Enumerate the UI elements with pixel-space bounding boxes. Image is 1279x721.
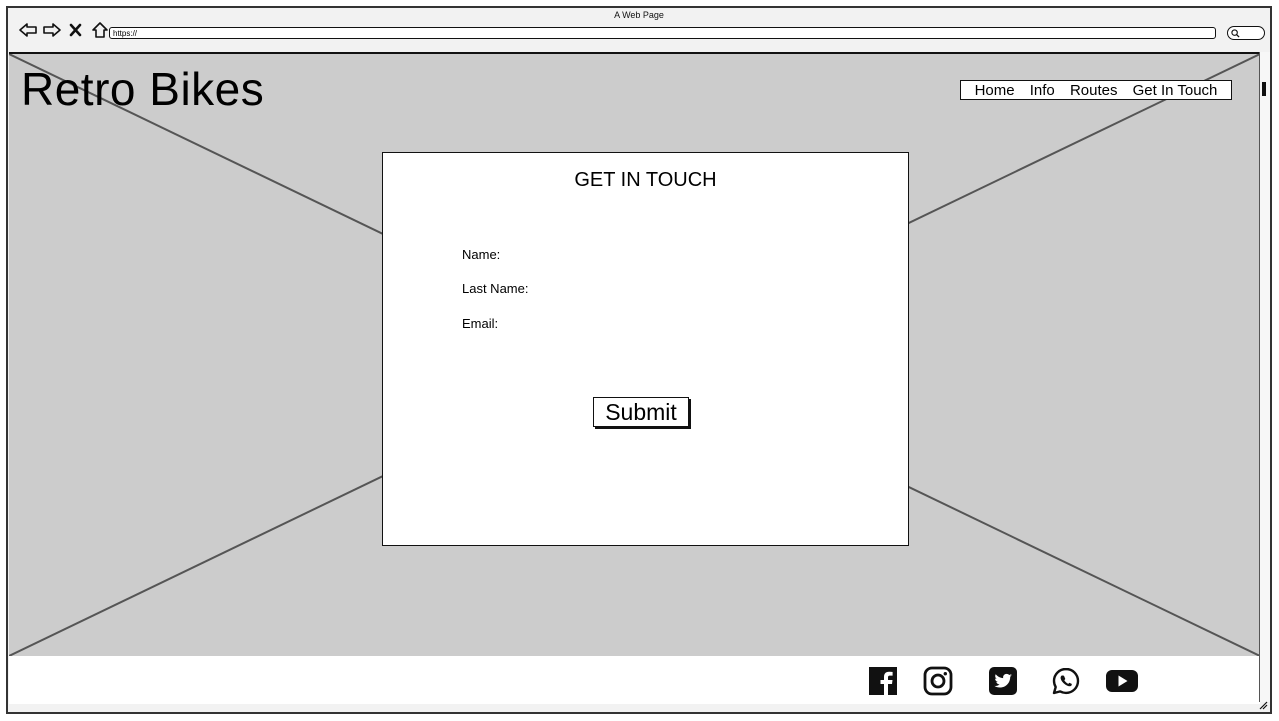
instagram-icon[interactable] xyxy=(923,666,953,696)
forward-icon[interactable] xyxy=(42,20,62,40)
resize-grip-icon[interactable] xyxy=(1258,700,1268,710)
browser-window: A Web Page https:// Retro Bikes Home Inf… xyxy=(6,6,1272,714)
scrollbar-thumb[interactable] xyxy=(1262,82,1266,96)
form-title: GET IN TOUCH xyxy=(574,169,717,191)
whatsapp-icon[interactable] xyxy=(1051,666,1081,696)
page-footer xyxy=(9,656,1260,704)
browser-nav-buttons xyxy=(18,20,110,40)
submit-button[interactable]: Submit xyxy=(593,397,689,427)
twitter-icon[interactable] xyxy=(988,666,1018,696)
search-icon xyxy=(1231,29,1240,38)
facebook-icon[interactable] xyxy=(868,666,898,696)
vertical-scrollbar[interactable] xyxy=(1259,52,1270,702)
page-viewport: Retro Bikes Home Info Routes Get In Touc… xyxy=(9,52,1260,658)
browser-search-field[interactable] xyxy=(1227,26,1265,40)
url-bar[interactable]: https:// xyxy=(109,27,1216,39)
window-title: A Web Page xyxy=(614,10,664,20)
main-nav: Home Info Routes Get In Touch xyxy=(960,80,1232,100)
nav-item-home[interactable]: Home xyxy=(975,82,1015,99)
nav-item-routes[interactable]: Routes xyxy=(1070,82,1118,99)
name-field-label[interactable]: Name: xyxy=(462,247,500,262)
contact-form-card: GET IN TOUCH Name: Last Name: Email: Sub… xyxy=(382,152,909,546)
youtube-icon[interactable] xyxy=(1105,666,1139,696)
browser-toolbar: A Web Page https:// xyxy=(8,8,1270,52)
nav-item-info[interactable]: Info xyxy=(1030,82,1055,99)
home-icon[interactable] xyxy=(90,20,110,40)
back-icon[interactable] xyxy=(18,20,38,40)
site-brand[interactable]: Retro Bikes xyxy=(21,62,264,116)
nav-item-get-in-touch[interactable]: Get In Touch xyxy=(1133,82,1218,99)
last-name-field-label[interactable]: Last Name: xyxy=(462,281,528,296)
stop-icon[interactable] xyxy=(66,20,86,40)
email-field-label[interactable]: Email: xyxy=(462,316,498,331)
